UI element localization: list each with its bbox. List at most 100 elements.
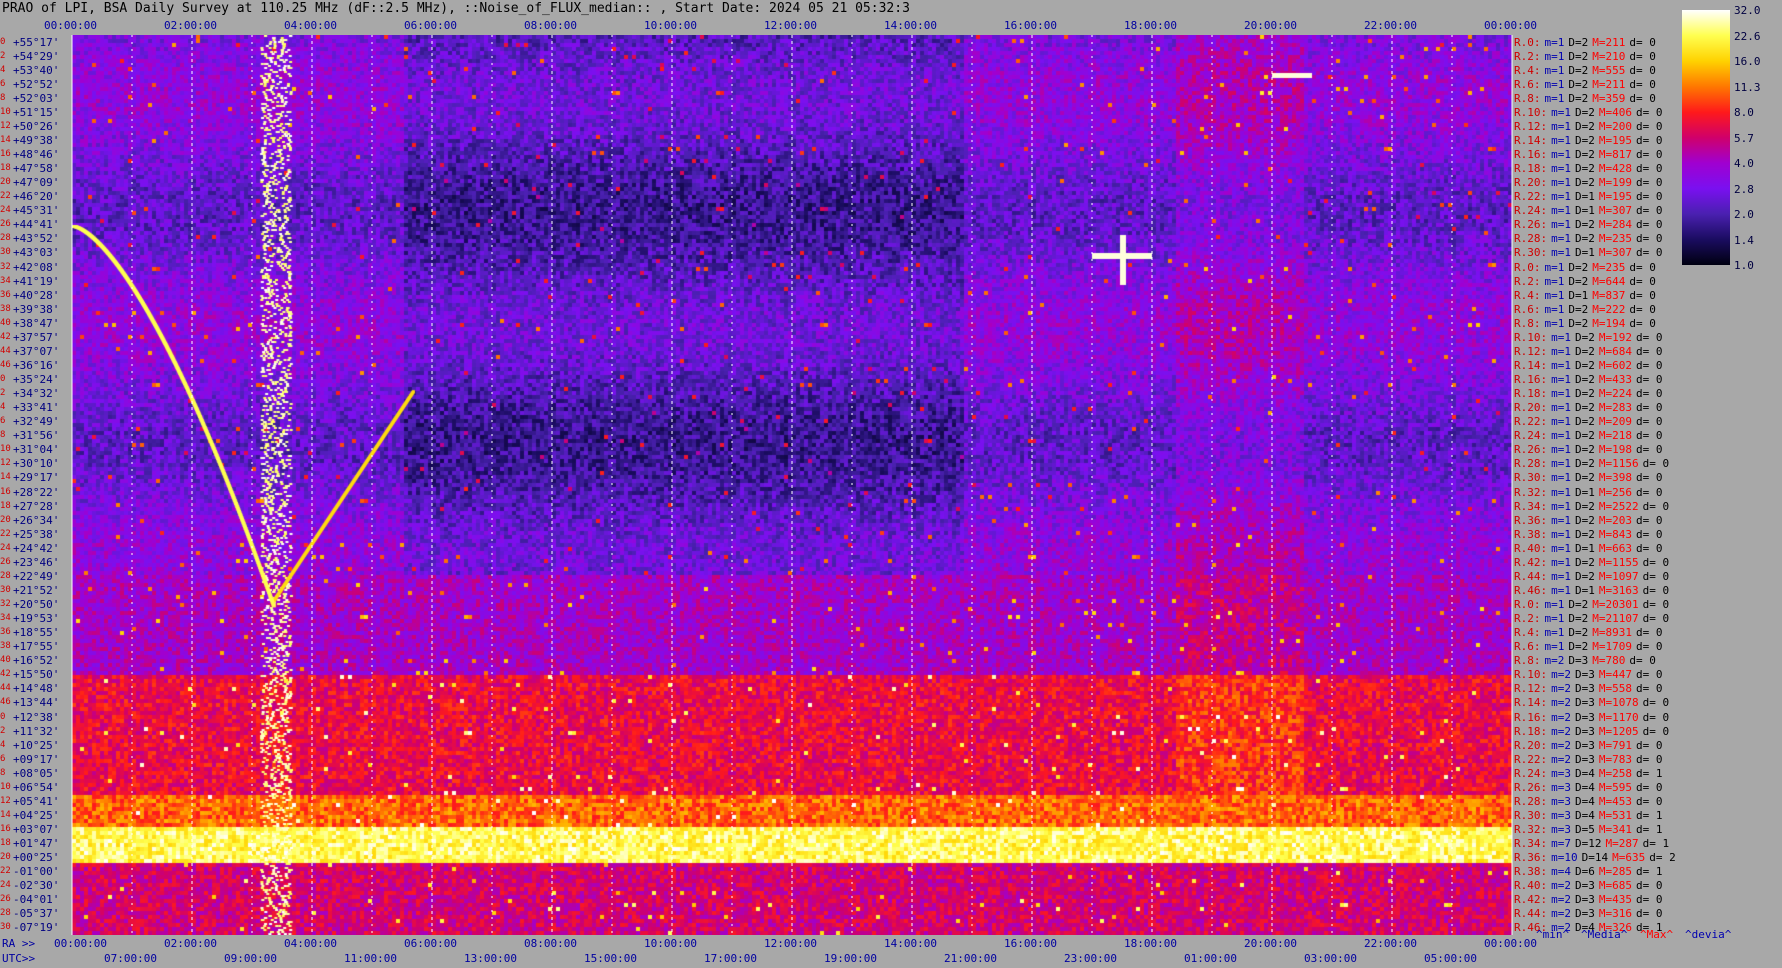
- ra-tick-bottom: 00:00:00: [1484, 937, 1537, 950]
- stats-cell: R.36:: [1514, 513, 1548, 527]
- stats-cell: M=644: [1592, 274, 1626, 288]
- stats-cell: d= 0: [1636, 443, 1663, 457]
- ra-tick-top: 18:00:00: [1124, 19, 1177, 32]
- stats-cell: M=224: [1598, 387, 1632, 401]
- ra-tick-bottom: 06:00:00: [404, 937, 457, 950]
- stats-cell: R.4:: [1514, 626, 1541, 640]
- stats-cell: M=1205: [1598, 724, 1639, 738]
- stats-cell: R.40:: [1514, 879, 1548, 893]
- stats-cell: D=2: [1575, 415, 1595, 429]
- stats-cell: R.4:: [1514, 288, 1541, 302]
- stats-cell: D=2: [1575, 527, 1595, 541]
- stats-cell: R.8:: [1514, 654, 1541, 668]
- declination-label: +18°55': [13, 626, 60, 640]
- stats-cell: M=2522: [1598, 499, 1639, 513]
- ra-tick-top: 08:00:00: [524, 19, 577, 32]
- row-index-label: 22: [0, 528, 11, 539]
- row-index-label: 44: [0, 683, 11, 694]
- stats-row: R.30: m=1 D=2 M=398 d= 0: [1514, 471, 1667, 484]
- declination-label: +00°25': [13, 851, 60, 865]
- stats-cell: m=1: [1544, 598, 1565, 612]
- stats-cell: M=20301: [1592, 598, 1639, 612]
- stats-row: R.36: m=10 D=14 M=635 d= 2: [1514, 851, 1680, 864]
- stats-cell: R.34:: [1514, 837, 1548, 851]
- stats-cell: m=1: [1551, 176, 1571, 190]
- stats-cell: m=1: [1551, 415, 1571, 429]
- stats-cell: R.18:: [1514, 162, 1548, 176]
- stats-cell: M=531: [1598, 808, 1632, 822]
- stats-cell: m=2: [1551, 668, 1571, 682]
- stats-row: R.46: m=1 D=1 M=3163 d= 0: [1514, 584, 1673, 597]
- row-index-label: 14: [0, 472, 11, 483]
- row-index-label: 12: [0, 458, 11, 469]
- stats-cell: m=2: [1544, 654, 1565, 668]
- stats-cell: d= 0: [1636, 752, 1663, 766]
- stats-cell: D=2: [1575, 387, 1595, 401]
- utc-tick: 07:00:00: [104, 952, 157, 965]
- ra-tick-bottom: 02:00:00: [164, 937, 217, 950]
- stats-row: R.12: m=2 D=3 M=558 d= 0: [1514, 682, 1667, 695]
- stats-row: R.18: m=1 D=2 M=428 d= 0: [1514, 162, 1667, 175]
- row-index-label: 16: [0, 824, 11, 835]
- stats-cell: m=1: [1551, 105, 1571, 119]
- row-index-label: 22: [0, 191, 11, 202]
- stats-cell: m=1: [1551, 387, 1571, 401]
- row-index-label: 18: [0, 838, 11, 849]
- row-index-label: 10: [0, 106, 11, 117]
- stats-cell: M=222: [1592, 302, 1626, 316]
- stats-cell: d= 0: [1636, 330, 1663, 344]
- declination-label: +55°17': [13, 35, 60, 49]
- stats-cell: m=1: [1544, 626, 1565, 640]
- stats-row: R.4: m=1 D=2 M=555 d= 0: [1514, 64, 1660, 77]
- ra-tick-bottom: 12:00:00: [764, 937, 817, 950]
- row-index-label: 8: [0, 430, 6, 441]
- stats-cell: d= 1: [1636, 865, 1663, 879]
- stats-row: R.0: m=1 D=2 M=211 d= 0: [1514, 36, 1660, 49]
- stats-cell: D=6: [1575, 865, 1595, 879]
- stats-cell: R.14:: [1514, 696, 1548, 710]
- stats-row: R.2: m=1 D=2 M=210 d= 0: [1514, 50, 1660, 63]
- stats-cell: R.8:: [1514, 91, 1541, 105]
- stats-cell: M=194: [1592, 316, 1626, 330]
- stats-cell: d= 0: [1642, 499, 1670, 513]
- stats-cell: M=307: [1598, 204, 1632, 218]
- stats-cell: M=1709: [1592, 640, 1632, 654]
- row-index-label: 4: [0, 64, 6, 75]
- stats-row: R.14: m=1 D=2 M=602 d= 0: [1514, 359, 1667, 372]
- stats-cell: m=1: [1551, 541, 1571, 555]
- stats-cell: M=284: [1598, 218, 1632, 232]
- stats-cell: R.0:: [1514, 598, 1541, 612]
- stats-cell: m=1: [1544, 91, 1565, 105]
- stats-cell: R.40:: [1514, 541, 1548, 555]
- stats-row: R.34: m=7 D=12 M=287 d= 1: [1514, 837, 1673, 850]
- stats-cell: M=316: [1598, 907, 1632, 921]
- stats-row: R.20: m=2 D=3 M=791 d= 0: [1514, 739, 1667, 752]
- stats-cell: M=218: [1598, 429, 1632, 443]
- stats-cell: D=3: [1575, 738, 1595, 752]
- footer-tag: ^min^: [1536, 928, 1570, 941]
- stats-cell: R.16:: [1514, 710, 1548, 724]
- footer-tag: ^Max^: [1640, 928, 1674, 941]
- stats-cell: d= 0: [1629, 35, 1656, 49]
- row-index-label: 16: [0, 486, 11, 497]
- stats-cell: m=10: [1551, 851, 1578, 865]
- stats-cell: D=2: [1575, 358, 1595, 372]
- stats-cell: D=2: [1575, 443, 1595, 457]
- stats-cell: m=1: [1551, 246, 1571, 260]
- stats-cell: R.42:: [1514, 555, 1548, 569]
- stats-row: R.22: m=1 D=1 M=195 d= 0: [1514, 190, 1667, 203]
- stats-cell: d= 0: [1642, 612, 1670, 626]
- stats-row: R.0: m=1 D=2 M=235 d= 0: [1514, 261, 1660, 274]
- colorbar-tick: 32.0: [1734, 4, 1761, 17]
- stats-cell: M=359: [1592, 91, 1626, 105]
- row-index-label: 30: [0, 584, 11, 595]
- stats-cell: D=3: [1575, 668, 1595, 682]
- declination-label: +50°26': [13, 119, 60, 133]
- stats-cell: d= 0: [1642, 598, 1670, 612]
- stats-row: R.10: m=2 D=3 M=447 d= 0: [1514, 668, 1667, 681]
- stats-row: R.20: m=1 D=2 M=199 d= 0: [1514, 176, 1667, 189]
- stats-cell: m=1: [1551, 148, 1571, 162]
- stats-cell: m=2: [1551, 879, 1571, 893]
- stats-cell: D=1: [1575, 583, 1595, 597]
- declination-label: +38°47': [13, 316, 60, 330]
